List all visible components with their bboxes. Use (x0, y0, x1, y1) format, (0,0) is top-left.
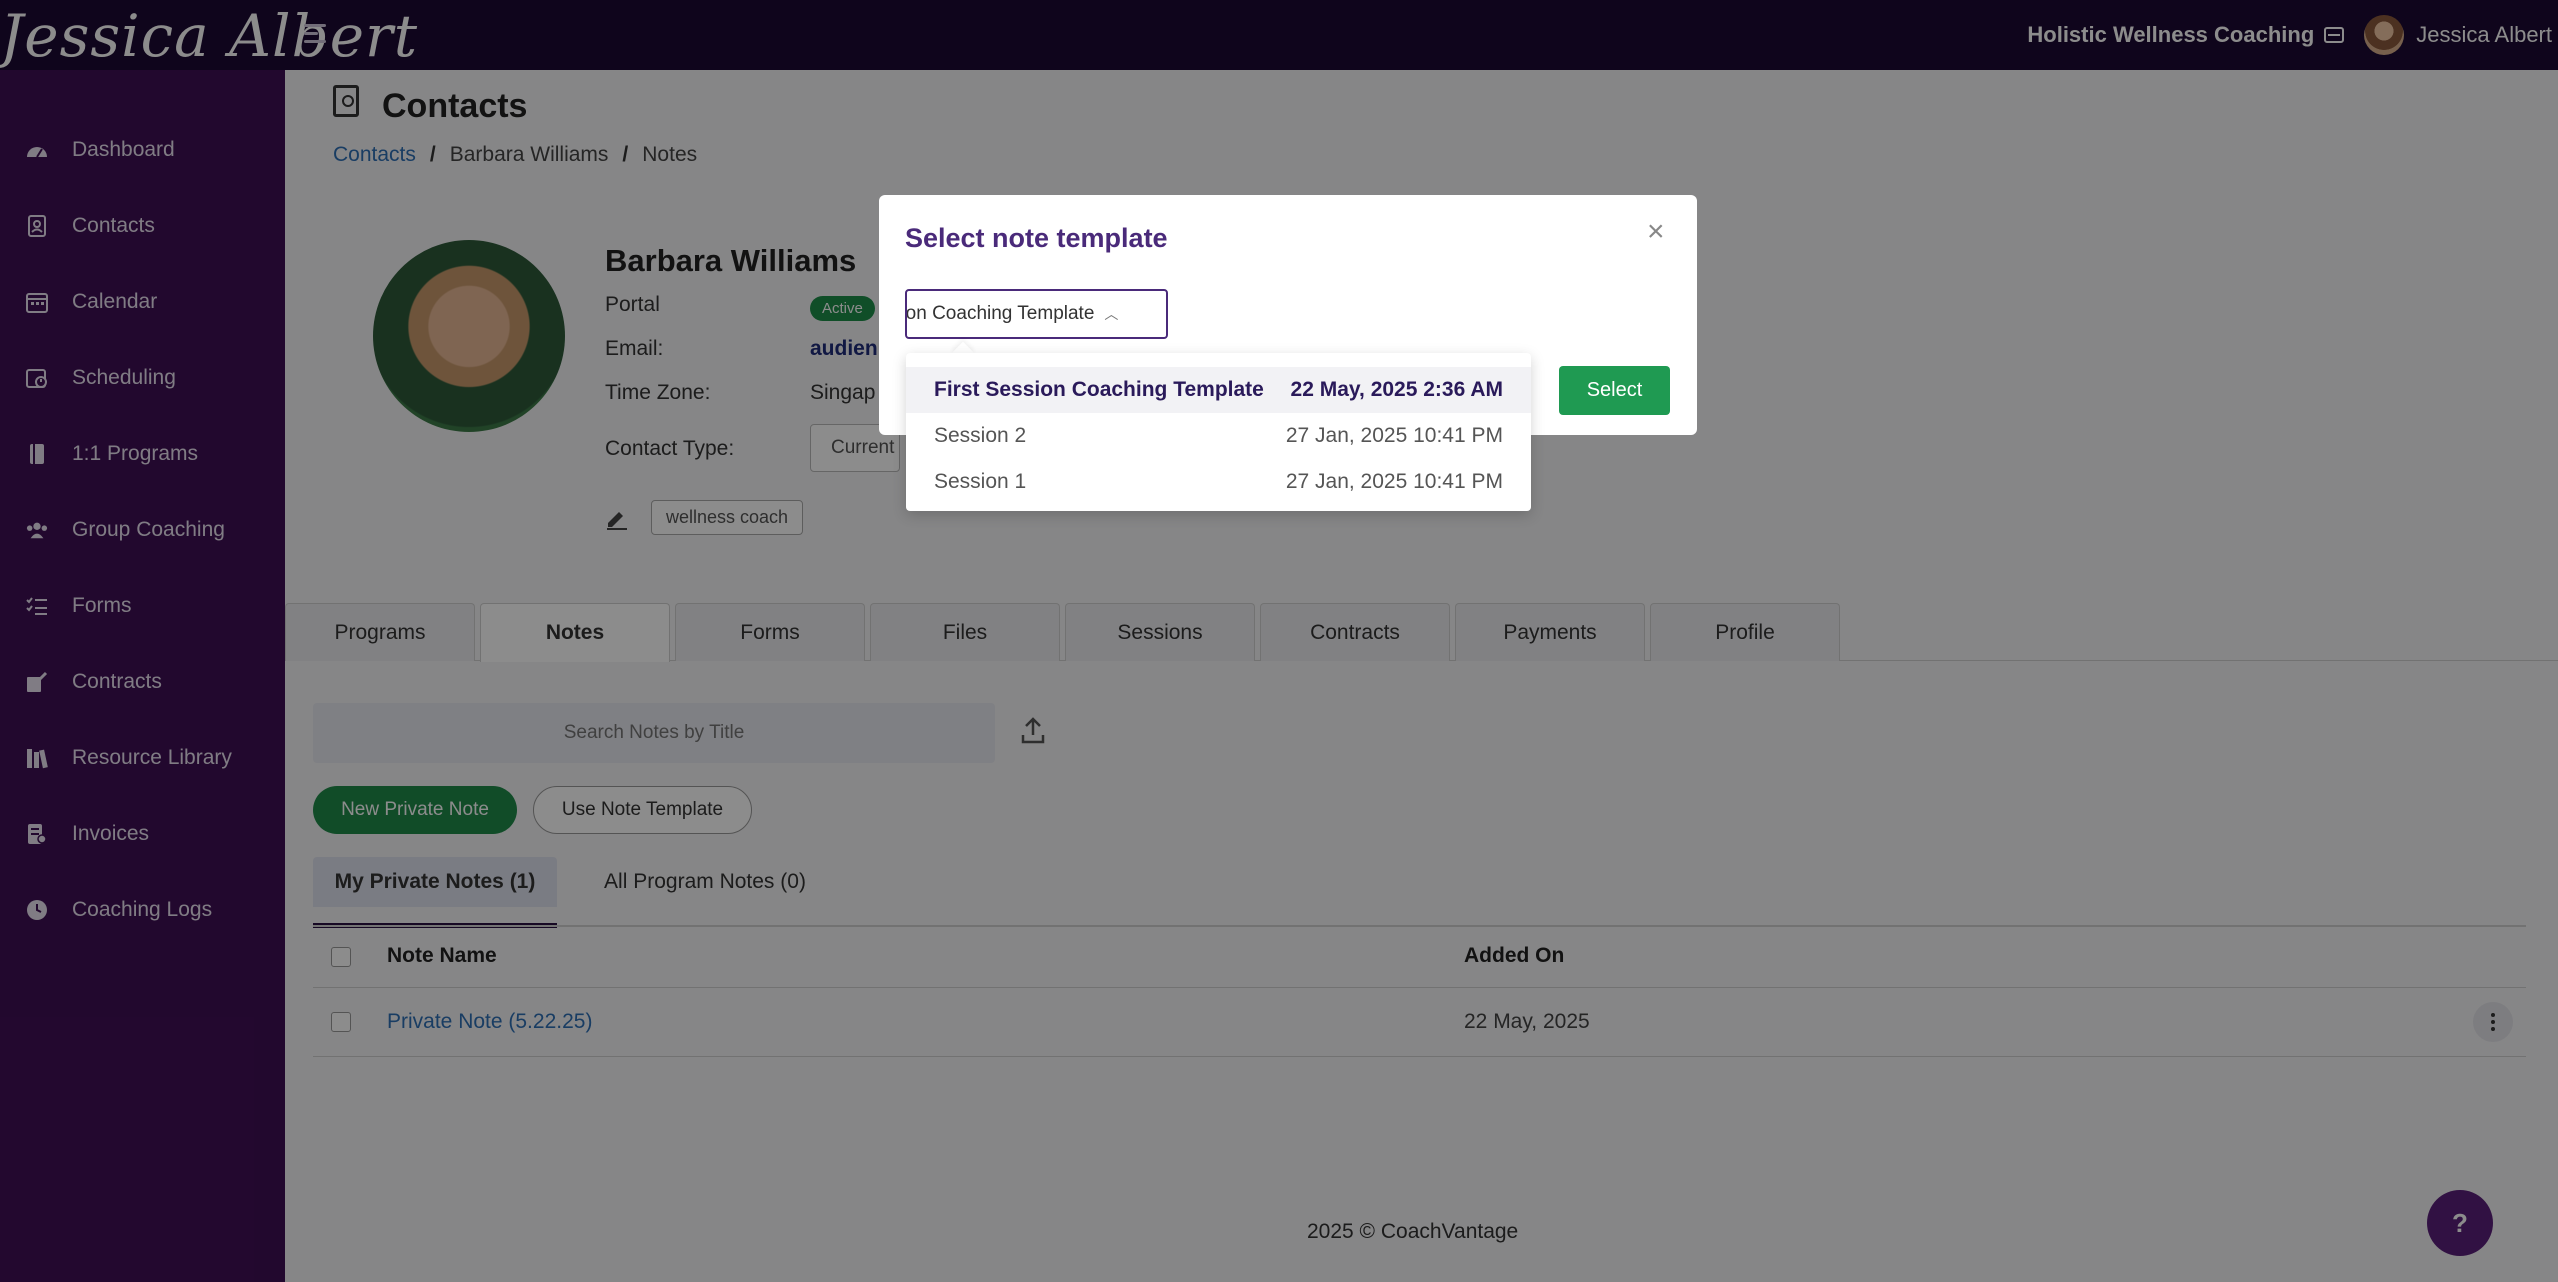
option-name: Session 1 (934, 470, 1027, 493)
chevron-up-icon: ︿ (1104, 306, 1119, 322)
modal-title: Select note template (905, 223, 1168, 253)
option-name: Session 2 (934, 424, 1027, 447)
modal-backdrop[interactable] (0, 0, 2558, 1282)
dropdown-option-first-session[interactable]: First Session Coaching Template 22 May, … (906, 367, 1531, 413)
template-dropdown-list: First Session Coaching Template 22 May, … (906, 353, 1531, 511)
note-template-select[interactable]: First Session Coaching Template ︿ (905, 289, 1168, 339)
dropdown-option-session-1[interactable]: Session 1 27 Jan, 2025 10:41 PM (906, 459, 1531, 505)
option-date: 22 May, 2025 2:36 AM (1290, 378, 1503, 401)
option-date: 27 Jan, 2025 10:41 PM (1285, 470, 1503, 493)
dropdown-option-session-2[interactable]: Session 2 27 Jan, 2025 10:41 PM (906, 413, 1531, 459)
option-name: First Session Coaching Template (934, 378, 1264, 401)
selected-template-value: First Session Coaching Template (905, 303, 1095, 324)
option-date: 27 Jan, 2025 10:41 PM (1285, 424, 1503, 447)
close-icon[interactable]: × (1647, 217, 1665, 247)
select-button[interactable]: Select (1559, 366, 1670, 415)
